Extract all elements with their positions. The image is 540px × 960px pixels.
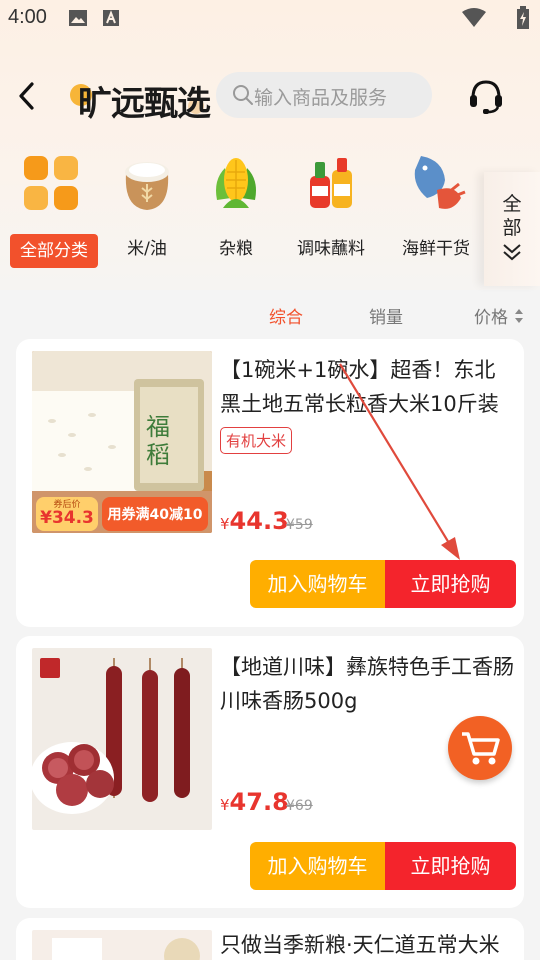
sort-price[interactable]: 价格 bbox=[474, 303, 525, 328]
headset-icon[interactable] bbox=[466, 76, 506, 116]
expand-label-1: 全 bbox=[502, 193, 522, 215]
add-to-cart-button[interactable]: 加入购物车 bbox=[250, 560, 385, 608]
buy-now-button[interactable]: 立即抢购 bbox=[385, 560, 516, 608]
search-input[interactable]: 输入商品及服务 bbox=[216, 72, 432, 118]
category-seasoning[interactable]: 调味蘸料 bbox=[286, 150, 376, 259]
product-card[interactable]: 福 稻 券后价 ¥34.3 用券满40减10 【1碗米+1碗水】超香！东北黑土地… bbox=[16, 339, 524, 627]
battery-icon bbox=[517, 6, 529, 29]
logo-text: 旷远甄选 bbox=[78, 84, 211, 124]
status-bar: 4:00 bbox=[0, 0, 540, 36]
product-old-price: ¥59 bbox=[286, 517, 313, 533]
font-icon bbox=[103, 10, 119, 26]
expand-categories-button[interactable]: 全 部 bbox=[484, 172, 540, 286]
product-actions: 加入购物车 立即抢购 bbox=[250, 560, 516, 608]
category-label: 海鲜干货 bbox=[402, 239, 470, 259]
sort-comprehensive[interactable]: 综合 bbox=[269, 303, 303, 328]
product-old-price: ¥69 bbox=[286, 798, 313, 814]
image-icon bbox=[69, 10, 87, 26]
status-time: 4:00 bbox=[8, 6, 47, 28]
product-price: ¥47.8 bbox=[220, 788, 289, 816]
product-title[interactable]: 【1碗米+1碗水】超香！东北黑土地五常长粒香大米10斤装 bbox=[220, 353, 516, 421]
product-image: 福 稻 券后价 ¥34.3 用券满40减10 bbox=[32, 351, 212, 533]
product-image bbox=[32, 930, 212, 960]
product-card[interactable]: 只做当季新粮·天仁道五常大米 bbox=[16, 918, 524, 960]
category-label: 调味蘸料 bbox=[297, 239, 365, 259]
sauce-bottle-icon bbox=[298, 150, 364, 216]
product-image bbox=[32, 648, 212, 830]
double-chevron-down-icon bbox=[503, 244, 521, 261]
product-title[interactable]: 【地道川味】彝族特色手工香肠川味香肠500g bbox=[220, 650, 516, 718]
category-seafood[interactable]: 海鲜干货 bbox=[391, 150, 481, 259]
coupon-price: ¥34.3 bbox=[40, 508, 94, 528]
category-label: 全部分类 bbox=[10, 234, 98, 268]
cart-fab-button[interactable] bbox=[448, 716, 512, 780]
sort-arrows-icon bbox=[515, 309, 524, 323]
product-card[interactable]: 【地道川味】彝族特色手工香肠川味香肠500g ¥47.8 ¥69 加入购物车 立… bbox=[16, 636, 524, 908]
category-grains[interactable]: 杂粮 bbox=[191, 150, 281, 259]
add-to-cart-button[interactable]: 加入购物车 bbox=[250, 842, 385, 890]
grid-icon bbox=[18, 150, 84, 216]
category-all[interactable]: 全部分类 bbox=[6, 150, 98, 268]
expand-label-2: 部 bbox=[502, 217, 522, 239]
seafood-icon bbox=[403, 150, 469, 216]
buy-now-button[interactable]: 立即抢购 bbox=[385, 842, 516, 890]
product-title[interactable]: 只做当季新粮·天仁道五常大米 bbox=[220, 928, 516, 960]
rice-sack-icon bbox=[114, 150, 180, 216]
corn-icon bbox=[203, 150, 269, 216]
category-rice-oil[interactable]: 米/油 bbox=[102, 150, 192, 259]
product-actions: 加入购物车 立即抢购 bbox=[250, 842, 516, 890]
sort-price-label: 价格 bbox=[474, 308, 508, 328]
product-price: ¥44.3 bbox=[220, 507, 289, 535]
coupon-text: 用券满40减10 bbox=[107, 507, 203, 523]
search-icon bbox=[233, 85, 253, 105]
svg-text:福: 福 bbox=[146, 413, 170, 441]
category-label: 杂粮 bbox=[219, 239, 253, 259]
chevron-left-icon[interactable] bbox=[12, 78, 42, 114]
logo: 旷远甄选 bbox=[70, 70, 211, 124]
svg-text:稻: 稻 bbox=[146, 441, 170, 469]
sort-sales[interactable]: 销量 bbox=[369, 303, 403, 328]
wifi-icon bbox=[462, 8, 486, 27]
search-placeholder: 输入商品及服务 bbox=[254, 87, 388, 109]
cart-icon bbox=[462, 732, 500, 765]
product-tag: 有机大米 bbox=[220, 427, 293, 454]
category-label: 米/油 bbox=[127, 239, 167, 259]
